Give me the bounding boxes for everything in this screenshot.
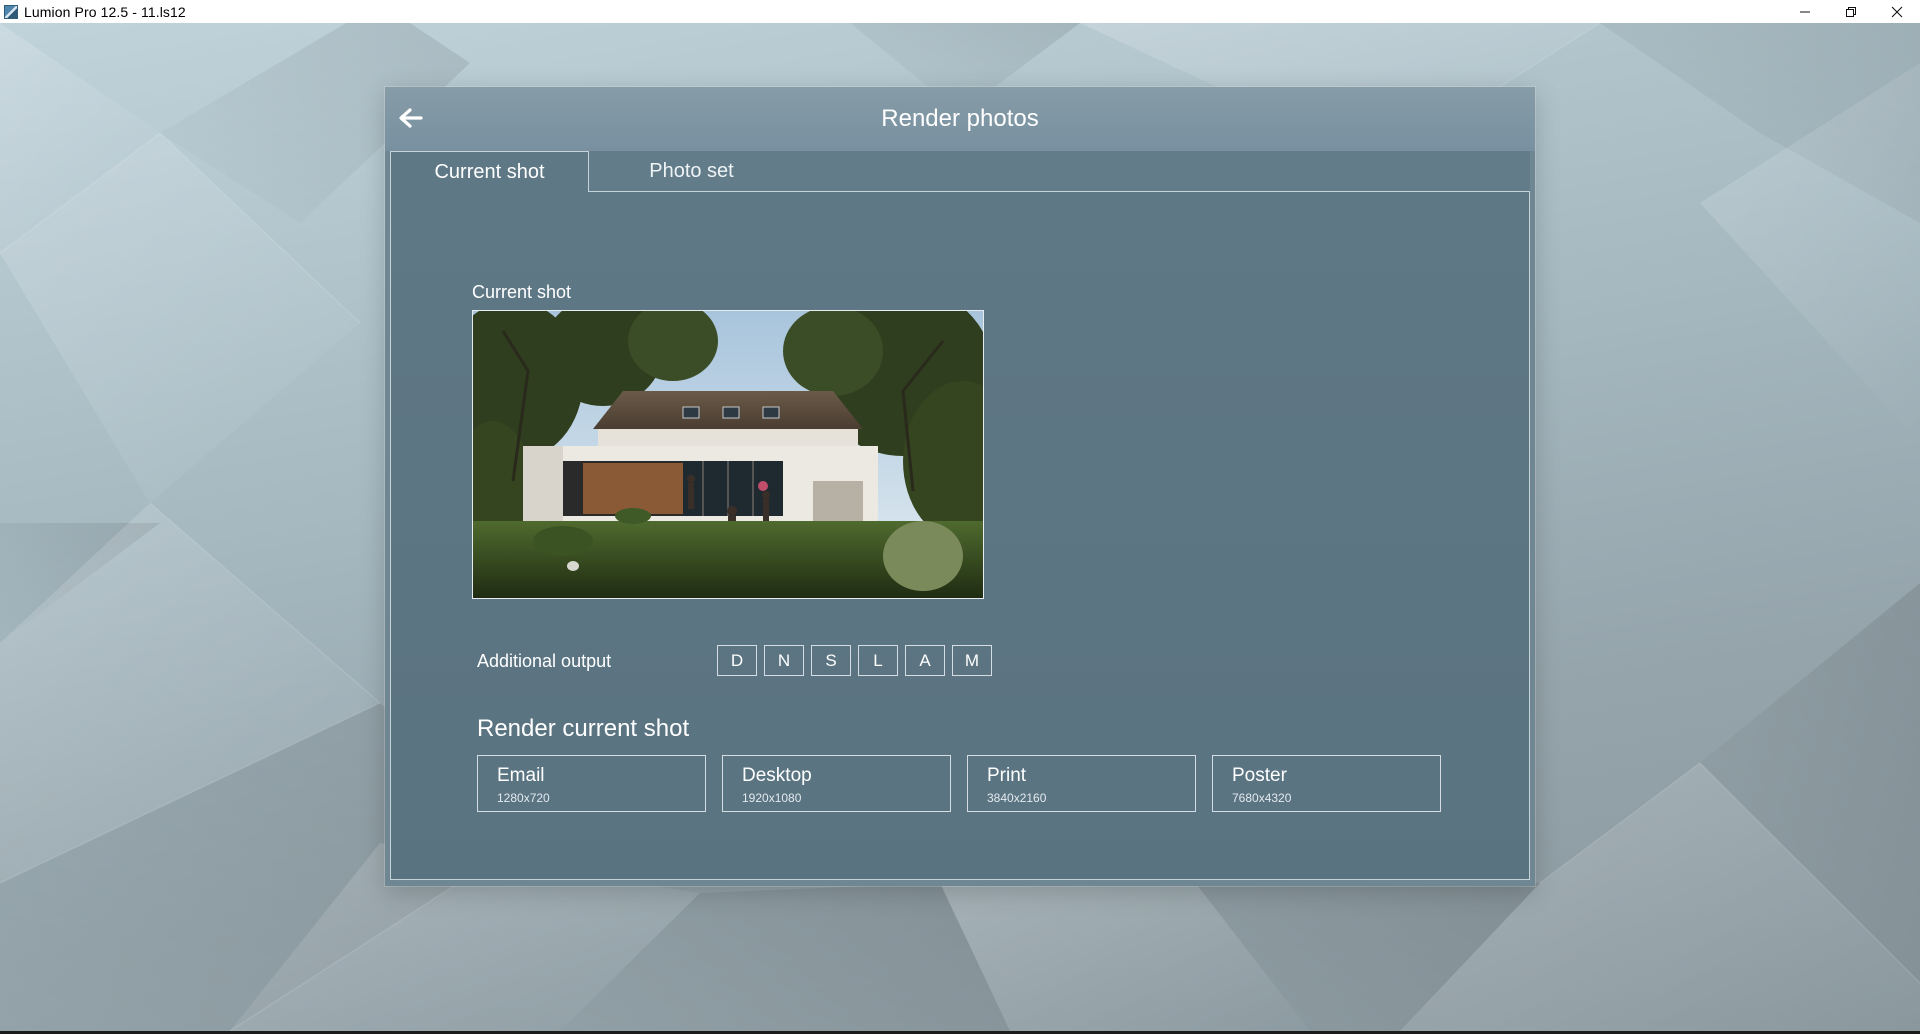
window-controls xyxy=(1782,0,1920,23)
tab-bar: Current shot Photo set xyxy=(390,151,1530,192)
tab-current-shot[interactable]: Current shot xyxy=(390,151,589,192)
render-poster-button[interactable]: Poster 7680x4320 xyxy=(1212,755,1441,812)
render-print-button[interactable]: Print 3840x2160 xyxy=(967,755,1196,812)
restore-button[interactable] xyxy=(1828,0,1874,23)
render-desktop-button[interactable]: Desktop 1920x1080 xyxy=(722,755,951,812)
minimize-button[interactable] xyxy=(1782,0,1828,23)
output-n-button[interactable]: N xyxy=(764,645,804,676)
preset-label: Print xyxy=(987,765,1027,786)
output-a-button[interactable]: A xyxy=(905,645,945,676)
output-m-button[interactable]: M xyxy=(952,645,992,676)
preset-resolution: 1280x720 xyxy=(497,791,550,805)
preset-resolution: 3840x2160 xyxy=(987,791,1047,805)
output-d-button[interactable]: D xyxy=(717,645,757,676)
tab-photo-set[interactable]: Photo set xyxy=(589,151,794,192)
close-icon xyxy=(1891,6,1903,17)
preset-resolution: 7680x4320 xyxy=(1232,791,1292,805)
restore-icon xyxy=(1846,6,1856,17)
minimize-icon xyxy=(1800,11,1810,12)
dialog-title: Render photos xyxy=(881,105,1039,132)
window-titlebar: Lumion Pro 12.5 - 11.ls12 xyxy=(0,0,1920,23)
additional-output-label: Additional output xyxy=(477,651,612,671)
output-l-button[interactable]: L xyxy=(858,645,898,676)
preset-label: Email xyxy=(497,765,545,786)
preset-label: Poster xyxy=(1232,765,1287,786)
window-title: Lumion Pro 12.5 - 11.ls12 xyxy=(24,3,186,20)
preset-label: Desktop xyxy=(742,765,812,786)
house-render-thumbnail xyxy=(473,311,983,598)
render-current-shot-heading: Render current shot xyxy=(477,715,690,742)
close-button[interactable] xyxy=(1874,0,1920,23)
current-shot-label: Current shot xyxy=(472,282,572,302)
render-email-button[interactable]: Email 1280x720 xyxy=(477,755,706,812)
preset-resolution: 1920x1080 xyxy=(742,791,802,805)
dialog-header: Render photos xyxy=(385,87,1535,151)
current-shot-preview xyxy=(472,310,984,599)
lumion-app-icon xyxy=(4,4,18,19)
output-s-button[interactable]: S xyxy=(811,645,851,676)
